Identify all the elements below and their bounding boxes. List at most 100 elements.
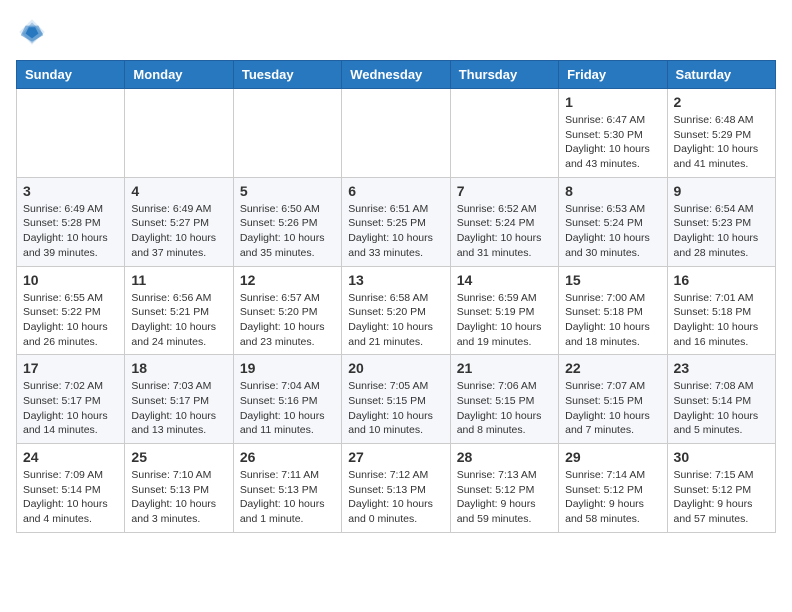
day-info: Sunrise: 6:50 AM Sunset: 5:26 PM Dayligh…	[240, 202, 335, 261]
day-info: Sunrise: 7:14 AM Sunset: 5:12 PM Dayligh…	[565, 468, 660, 527]
day-number: 10	[23, 272, 118, 288]
calendar-day: 21 Sunrise: 7:06 AM Sunset: 5:15 PM Dayli…	[450, 355, 558, 444]
calendar-day: 30 Sunrise: 7:15 AM Sunset: 5:12 PM Dayli…	[667, 444, 775, 533]
day-number: 23	[674, 360, 769, 376]
day-number: 9	[674, 183, 769, 199]
day-header-thursday: Thursday	[450, 61, 558, 89]
calendar-day: 3 Sunrise: 6:49 AM Sunset: 5:28 PM Daylig…	[17, 177, 125, 266]
calendar-day	[342, 89, 450, 178]
calendar-day: 25 Sunrise: 7:10 AM Sunset: 5:13 PM Dayli…	[125, 444, 233, 533]
calendar-week-5: 24 Sunrise: 7:09 AM Sunset: 5:14 PM Dayli…	[17, 444, 776, 533]
day-info: Sunrise: 7:02 AM Sunset: 5:17 PM Dayligh…	[23, 379, 118, 438]
calendar-day: 16 Sunrise: 7:01 AM Sunset: 5:18 PM Dayli…	[667, 266, 775, 355]
day-info: Sunrise: 6:51 AM Sunset: 5:25 PM Dayligh…	[348, 202, 443, 261]
logo	[16, 16, 52, 48]
day-header-tuesday: Tuesday	[233, 61, 341, 89]
day-header-friday: Friday	[559, 61, 667, 89]
calendar-day: 19Sunrise: 7:04 AM Sunset: 5:16 PM Dayli…	[233, 355, 341, 444]
day-info: Sunrise: 6:57 AM Sunset: 5:20 PM Dayligh…	[240, 291, 335, 350]
day-info: Sunrise: 7:03 AM Sunset: 5:17 PM Dayligh…	[131, 379, 226, 438]
day-number: 25	[131, 449, 226, 465]
calendar-day: 5 Sunrise: 6:50 AM Sunset: 5:26 PM Daylig…	[233, 177, 341, 266]
calendar-day	[17, 89, 125, 178]
day-number: 11	[131, 272, 226, 288]
day-number: 28	[457, 449, 552, 465]
day-info: Sunrise: 6:58 AM Sunset: 5:20 PM Dayligh…	[348, 291, 443, 350]
calendar-day: 22Sunrise: 7:07 AM Sunset: 5:15 PM Dayli…	[559, 355, 667, 444]
day-info: Sunrise: 6:59 AM Sunset: 5:19 PM Dayligh…	[457, 291, 552, 350]
day-header-sunday: Sunday	[17, 61, 125, 89]
calendar-day: 10 Sunrise: 6:55 AM Sunset: 5:22 PM Dayli…	[17, 266, 125, 355]
calendar-day	[125, 89, 233, 178]
calendar-day: 17 Sunrise: 7:02 AM Sunset: 5:17 PM Dayli…	[17, 355, 125, 444]
calendar-day: 7 Sunrise: 6:52 AM Sunset: 5:24 PM Daylig…	[450, 177, 558, 266]
day-info: Sunrise: 7:08 AM Sunset: 5:14 PM Dayligh…	[674, 379, 769, 438]
day-info: Sunrise: 7:11 AM Sunset: 5:13 PM Dayligh…	[240, 468, 335, 527]
day-info: Sunrise: 6:52 AM Sunset: 5:24 PM Dayligh…	[457, 202, 552, 261]
day-info: Sunrise: 6:56 AM Sunset: 5:21 PM Dayligh…	[131, 291, 226, 350]
day-number: 13	[348, 272, 443, 288]
day-number: 19	[240, 360, 335, 376]
day-number: 2	[674, 94, 769, 110]
calendar-day: 13 Sunrise: 6:58 AM Sunset: 5:20 PM Dayli…	[342, 266, 450, 355]
calendar-day: 1 Sunrise: 6:47 AM Sunset: 5:30 PM Daylig…	[559, 89, 667, 178]
calendar-day: 18 Sunrise: 7:03 AM Sunset: 5:17 PM Dayli…	[125, 355, 233, 444]
day-number: 15	[565, 272, 660, 288]
logo-icon	[16, 16, 48, 48]
calendar-day: 29 Sunrise: 7:14 AM Sunset: 5:12 PM Dayli…	[559, 444, 667, 533]
day-info: Sunrise: 7:13 AM Sunset: 5:12 PM Dayligh…	[457, 468, 552, 527]
day-info: Sunrise: 6:49 AM Sunset: 5:28 PM Dayligh…	[23, 202, 118, 261]
calendar-day: 26 Sunrise: 7:11 AM Sunset: 5:13 PM Dayli…	[233, 444, 341, 533]
day-header-wednesday: Wednesday	[342, 61, 450, 89]
calendar-day	[450, 89, 558, 178]
day-info: Sunrise: 7:15 AM Sunset: 5:12 PM Dayligh…	[674, 468, 769, 527]
day-number: 3	[23, 183, 118, 199]
day-number: 17	[23, 360, 118, 376]
day-info: Sunrise: 6:48 AM Sunset: 5:29 PM Dayligh…	[674, 113, 769, 172]
day-info: Sunrise: 7:01 AM Sunset: 5:18 PM Dayligh…	[674, 291, 769, 350]
day-number: 8	[565, 183, 660, 199]
day-number: 30	[674, 449, 769, 465]
calendar-day: 28 Sunrise: 7:13 AM Sunset: 5:12 PM Dayli…	[450, 444, 558, 533]
calendar-day: 2 Sunrise: 6:48 AM Sunset: 5:29 PM Daylig…	[667, 89, 775, 178]
day-info: Sunrise: 7:00 AM Sunset: 5:18 PM Dayligh…	[565, 291, 660, 350]
day-number: 27	[348, 449, 443, 465]
day-info: Sunrise: 7:06 AM Sunset: 5:15 PM Dayligh…	[457, 379, 552, 438]
day-info: Sunrise: 6:55 AM Sunset: 5:22 PM Dayligh…	[23, 291, 118, 350]
day-number: 5	[240, 183, 335, 199]
calendar-day: 14Sunrise: 6:59 AM Sunset: 5:19 PM Dayli…	[450, 266, 558, 355]
day-info: Sunrise: 7:05 AM Sunset: 5:15 PM Dayligh…	[348, 379, 443, 438]
calendar-week-3: 10 Sunrise: 6:55 AM Sunset: 5:22 PM Dayli…	[17, 266, 776, 355]
day-number: 12	[240, 272, 335, 288]
calendar-day	[233, 89, 341, 178]
day-number: 18	[131, 360, 226, 376]
day-number: 22	[565, 360, 660, 376]
day-info: Sunrise: 7:09 AM Sunset: 5:14 PM Dayligh…	[23, 468, 118, 527]
calendar-header-row: SundayMondayTuesdayWednesdayThursdayFrid…	[17, 61, 776, 89]
day-header-monday: Monday	[125, 61, 233, 89]
day-number: 7	[457, 183, 552, 199]
page-header	[16, 16, 776, 48]
day-number: 24	[23, 449, 118, 465]
calendar-day: 9 Sunrise: 6:54 AM Sunset: 5:23 PM Daylig…	[667, 177, 775, 266]
day-info: Sunrise: 6:54 AM Sunset: 5:23 PM Dayligh…	[674, 202, 769, 261]
day-number: 26	[240, 449, 335, 465]
calendar-day: 8 Sunrise: 6:53 AM Sunset: 5:24 PM Daylig…	[559, 177, 667, 266]
day-number: 4	[131, 183, 226, 199]
day-number: 1	[565, 94, 660, 110]
calendar-week-2: 3 Sunrise: 6:49 AM Sunset: 5:28 PM Daylig…	[17, 177, 776, 266]
calendar-week-1: 1 Sunrise: 6:47 AM Sunset: 5:30 PM Daylig…	[17, 89, 776, 178]
calendar-day: 23 Sunrise: 7:08 AM Sunset: 5:14 PM Dayli…	[667, 355, 775, 444]
day-number: 16	[674, 272, 769, 288]
day-info: Sunrise: 7:10 AM Sunset: 5:13 PM Dayligh…	[131, 468, 226, 527]
calendar-day: 24 Sunrise: 7:09 AM Sunset: 5:14 PM Dayli…	[17, 444, 125, 533]
calendar-day: 12 Sunrise: 6:57 AM Sunset: 5:20 PM Dayli…	[233, 266, 341, 355]
calendar-day: 27Sunrise: 7:12 AM Sunset: 5:13 PM Dayli…	[342, 444, 450, 533]
calendar-table: SundayMondayTuesdayWednesdayThursdayFrid…	[16, 60, 776, 533]
day-number: 29	[565, 449, 660, 465]
calendar-day: 15 Sunrise: 7:00 AM Sunset: 5:18 PM Dayli…	[559, 266, 667, 355]
day-info: Sunrise: 6:53 AM Sunset: 5:24 PM Dayligh…	[565, 202, 660, 261]
day-number: 21	[457, 360, 552, 376]
day-number: 6	[348, 183, 443, 199]
day-info: Sunrise: 6:47 AM Sunset: 5:30 PM Dayligh…	[565, 113, 660, 172]
